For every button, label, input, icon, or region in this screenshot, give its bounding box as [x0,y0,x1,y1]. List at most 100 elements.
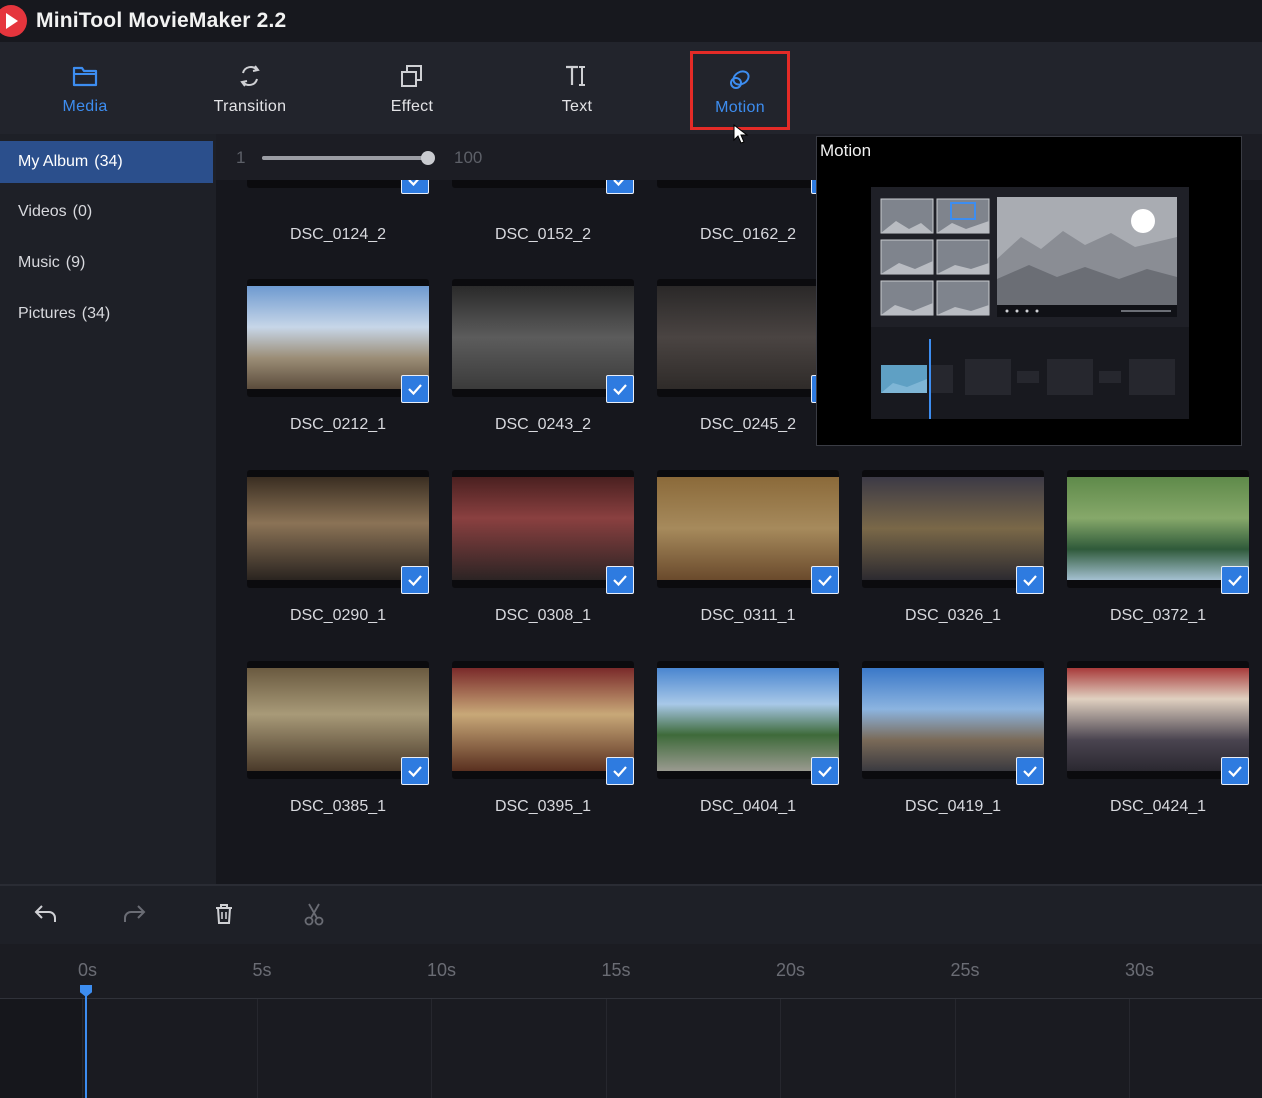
media-item-name: DSC_0419_1 [904,798,1002,815]
media-item-name: DSC_0124_2 [289,226,387,243]
zoom-min-label: 1 [236,148,246,167]
title-bar: MiniTool MovieMaker 2.2 [0,0,1262,42]
sidebar-item-count: (34) [94,153,123,170]
timeline-toolbar [0,884,1262,944]
thumbnail-image [862,477,1044,580]
sidebar-item-label: Music [18,254,60,271]
undo-icon[interactable] [32,900,60,928]
selected-checkbox[interactable] [401,757,429,785]
ruler-tick-label: 0s [78,960,98,980]
sidebar-item-music[interactable]: Music (9) [0,242,213,284]
app-title: MiniTool MovieMaker 2.2 [36,9,287,32]
sidebar-item-label: Pictures [18,305,76,322]
media-item-name: DSC_0162_2 [699,226,797,243]
delete-icon[interactable] [210,900,238,928]
ruler-tick-label: 25s [950,960,980,980]
timeline-grid-line [431,999,432,1098]
thumbnail-image [247,668,429,771]
ruler-tick-label: 30s [1125,960,1155,980]
thumbnail-image [452,477,634,580]
zoom-max-label: 100 [454,148,483,167]
media-item-name: DSC_0404_1 [699,798,797,815]
text-tab[interactable]: Text [540,42,614,134]
sidebar-item-label: Videos [18,203,67,220]
sidebar-item-my-album[interactable]: My Album (34) [0,141,213,183]
media-item-name: DSC_0424_1 [1109,798,1207,815]
sidebar-item-count: (0) [72,203,93,220]
thumbnail-image [1067,668,1249,771]
transition-icon [240,64,260,87]
timeline-track-area[interactable] [0,999,1262,1098]
selected-checkbox[interactable] [1016,757,1044,785]
effect-icon [401,64,422,87]
text-icon [566,65,585,86]
sidebar-item-count: (9) [65,254,86,271]
media-tab[interactable]: Media [40,42,130,134]
folder-icon [72,66,98,86]
thumbnail-image [1067,477,1249,580]
main-toolbar: Media Transition Effect Text Motion [0,42,1262,134]
timeline-grid-line [256,999,258,1098]
ruler-tick-label: 10s [427,960,457,980]
ruler-tick-label: 20s [776,960,806,980]
selected-checkbox[interactable] [1016,566,1044,594]
timeline-grid-line [780,999,781,1098]
selected-checkbox[interactable] [1221,566,1249,594]
zoom-slider[interactable] [262,156,428,160]
sidebar: My Album (34) Videos (0) Music (9) Pictu… [0,134,216,884]
media-item-name: DSC_0326_1 [904,607,1002,624]
transition-tab-label: Transition [213,97,287,115]
playhead[interactable] [85,986,87,1098]
thumbnail-image [657,477,839,580]
motion-icon [730,69,750,89]
zoom-slider-thumb[interactable] [421,151,435,165]
ruler-tick-label: 15s [601,960,631,980]
motion-preview-illustration [871,187,1189,419]
effect-tab-label: Effect [390,97,434,115]
media-item-name: DSC_0395_1 [494,798,592,815]
thumbnail-image [247,286,429,389]
media-item-name: DSC_0308_1 [494,607,592,624]
timeline-grid-line [954,999,956,1098]
redo-icon[interactable] [120,900,148,928]
selected-checkbox[interactable] [811,566,839,594]
selected-checkbox[interactable] [606,566,634,594]
media-item-name: DSC_0311_1 [700,607,796,624]
timeline-grid-line [1129,999,1130,1098]
timeline-grid-line [605,999,607,1098]
sidebar-item-videos[interactable]: Videos (0) [0,191,213,233]
motion-popup-title: Motion [820,141,872,160]
media-item-name: DSC_0290_1 [289,607,387,624]
selected-checkbox[interactable] [811,757,839,785]
text-tab-label: Text [561,97,593,115]
media-tab-label: Media [62,97,108,115]
media-item-name: DSC_0243_2 [494,416,592,433]
selected-checkbox[interactable] [606,757,634,785]
timeline-grid-line [82,999,83,1098]
track-header [0,999,82,1098]
sidebar-item-label: My Album [18,153,89,170]
transition-tab[interactable]: Transition [200,42,300,134]
sidebar-item-pictures[interactable]: Pictures (34) [0,293,213,335]
motion-tab[interactable]: Motion [690,51,790,130]
zoom-slider-fill [262,156,428,160]
thumbnail-image [452,668,634,771]
effect-tab[interactable]: Effect [372,42,452,134]
selected-checkbox[interactable] [401,375,429,403]
thumbnail-image [452,286,634,389]
media-item-name: DSC_0152_2 [494,226,592,243]
media-item-name: DSC_0385_1 [289,798,387,815]
split-scissors-icon[interactable] [300,900,328,928]
media-item-name: DSC_0245_2 [699,416,797,433]
app-logo-icon [0,5,27,37]
sidebar-item-count: (34) [81,305,111,322]
ruler-tick-label: 5s [252,960,272,980]
thumbnail-image [657,668,839,771]
media-item-name: DSC_0372_1 [1109,607,1207,624]
selected-checkbox[interactable] [401,566,429,594]
selected-checkbox[interactable] [1221,757,1249,785]
timeline-ruler[interactable]: 0s 5s 10s 15s 20s 25s 30s [0,944,1262,999]
media-item-name: DSC_0212_1 [289,416,387,433]
motion-preview-popup: Motion [816,136,1242,446]
selected-checkbox[interactable] [606,375,634,403]
